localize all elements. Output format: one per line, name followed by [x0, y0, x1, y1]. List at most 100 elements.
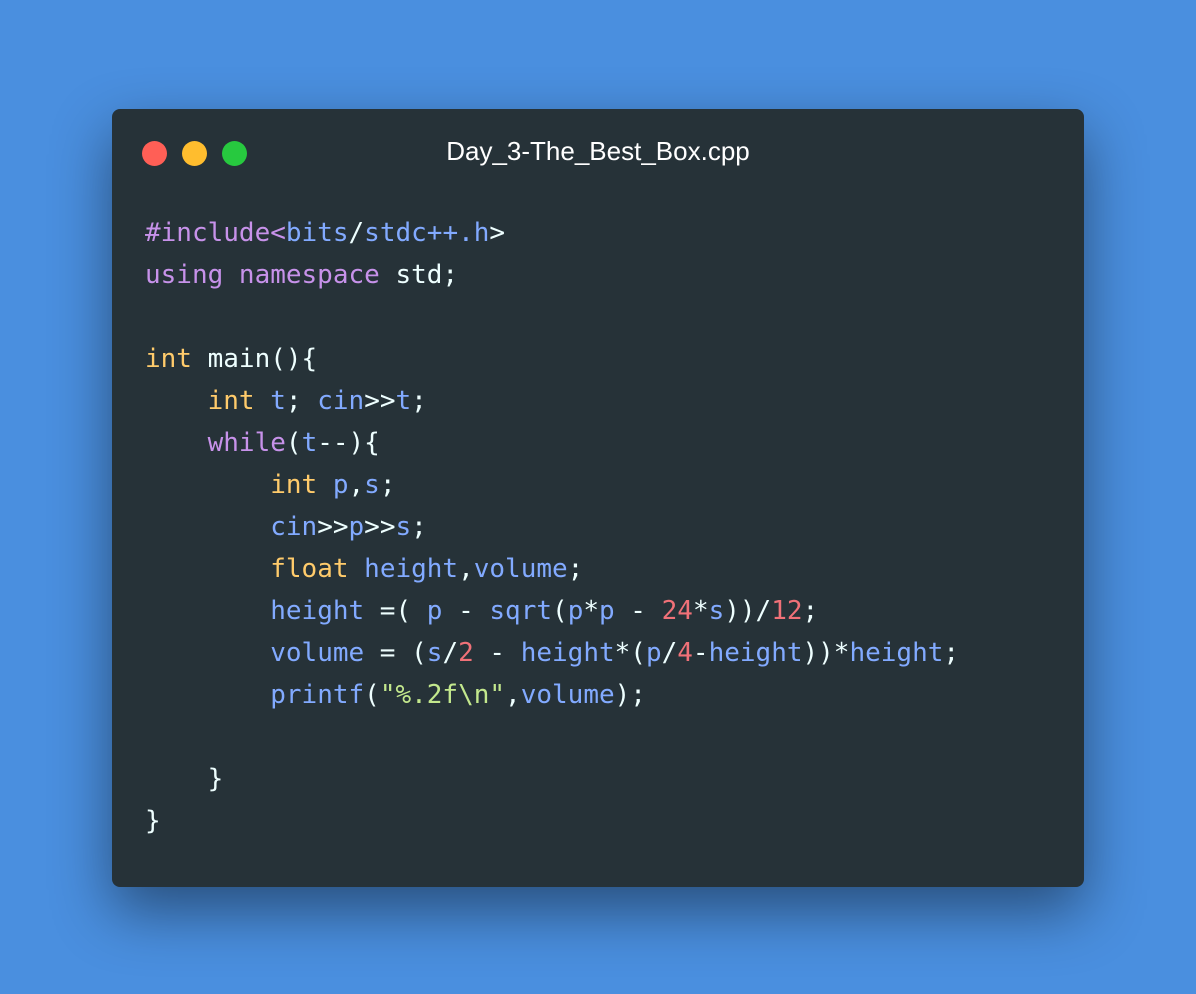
code-token: ; [567, 554, 584, 584]
code-token: volume [270, 638, 365, 668]
code-token: ( [552, 596, 568, 626]
code-token: cin [270, 512, 318, 542]
code-token: s [426, 638, 443, 668]
code-token: ; [411, 386, 427, 416]
code-token: int [270, 470, 318, 500]
code-token: * [692, 596, 709, 626]
code-token: } [145, 764, 224, 794]
code-token: - [442, 596, 490, 626]
code-token: >> [317, 512, 349, 542]
code-token: ; [943, 638, 960, 668]
code-token: bits [285, 218, 349, 248]
code-token: "%.2f\n" [379, 680, 506, 710]
code-token: ; [379, 470, 396, 500]
code-block: #include<bits/stdc++.h> using namespace s… [145, 212, 959, 842]
code-token: 12 [771, 596, 803, 626]
code-line: using namespace std; [145, 254, 959, 296]
code-token: p [426, 596, 443, 626]
code-line: int t; cin>>t; [145, 380, 959, 422]
code-token: , [458, 554, 474, 584]
code-token: 24 [661, 596, 693, 626]
code-token: height [520, 638, 615, 668]
code-line: #include<bits/stdc++.h> [145, 212, 959, 254]
code-token: 4 [677, 638, 693, 668]
code-token: / [348, 218, 365, 248]
code-line: } [145, 758, 959, 800]
code-token: ; [802, 596, 819, 626]
code-token: p [645, 638, 662, 668]
code-token: sqrt [489, 596, 553, 626]
code-token: int [145, 344, 192, 374]
code-line: height =( p - sqrt(p*p - 24*s))/12; [145, 590, 959, 632]
code-token: cin [317, 386, 365, 416]
code-token: s [395, 512, 412, 542]
code-line: float height,volume; [145, 548, 959, 590]
code-line: volume = (s/2 - height*(p/4-height))*hei… [145, 632, 959, 674]
code-token: >> [364, 386, 396, 416]
code-token: ))* [802, 638, 850, 668]
code-token: = ( [364, 638, 427, 668]
code-token: p [567, 596, 584, 626]
code-token: - [692, 638, 709, 668]
code-token: p [317, 470, 349, 500]
code-token: ; [411, 512, 427, 542]
code-token: / [442, 638, 459, 668]
code-token: ( [285, 428, 302, 458]
code-token: float [270, 554, 349, 584]
code-token: 2 [458, 638, 474, 668]
code-token: =( [364, 596, 427, 626]
code-token: std; [379, 260, 459, 290]
code-token: --){ [317, 428, 380, 458]
code-token: t [254, 386, 286, 416]
code-token: volume [520, 680, 615, 710]
code-token: while [207, 428, 286, 458]
code-line: int p,s; [145, 464, 959, 506]
code-token: ; [285, 386, 318, 416]
code-token: , [505, 680, 521, 710]
code-token: t [301, 428, 318, 458]
code-token: ( [364, 680, 380, 710]
code-token: #include< [145, 218, 286, 248]
code-line: while(t--){ [145, 422, 959, 464]
code-token: - [614, 596, 662, 626]
code-token: / [661, 638, 678, 668]
code-line: int main(){ [145, 338, 959, 380]
code-window: Day_3-The_Best_Box.cpp #include<bits/std… [112, 109, 1084, 887]
code-token: s [364, 470, 380, 500]
window-titlebar: Day_3-The_Best_Box.cpp [112, 109, 1084, 197]
code-token: - [473, 638, 521, 668]
code-line: printf("%.2f\n",volume); [145, 674, 959, 716]
code-token: } [145, 806, 161, 836]
code-token: int [207, 386, 255, 416]
code-token: > [489, 218, 506, 248]
window-title: Day_3-The_Best_Box.cpp [446, 136, 750, 166]
code-token: p [348, 512, 365, 542]
code-token: >> [364, 512, 396, 542]
code-token: * [583, 596, 599, 626]
code-token: height [849, 638, 944, 668]
code-token: height [708, 638, 803, 668]
code-token: printf [270, 680, 365, 710]
code-token: *( [614, 638, 646, 668]
code-token: ); [614, 680, 646, 710]
code-token: s [708, 596, 725, 626]
code-token: stdc++.h [364, 218, 490, 248]
code-token: t [395, 386, 412, 416]
code-token: height [348, 554, 459, 584]
code-token: volume [473, 554, 568, 584]
code-line: } [145, 800, 959, 842]
code-token: main(){ [191, 344, 318, 374]
code-token: height [270, 596, 365, 626]
code-token: , [348, 470, 365, 500]
code-token: p [599, 596, 615, 626]
code-token: using namespace [145, 260, 380, 290]
